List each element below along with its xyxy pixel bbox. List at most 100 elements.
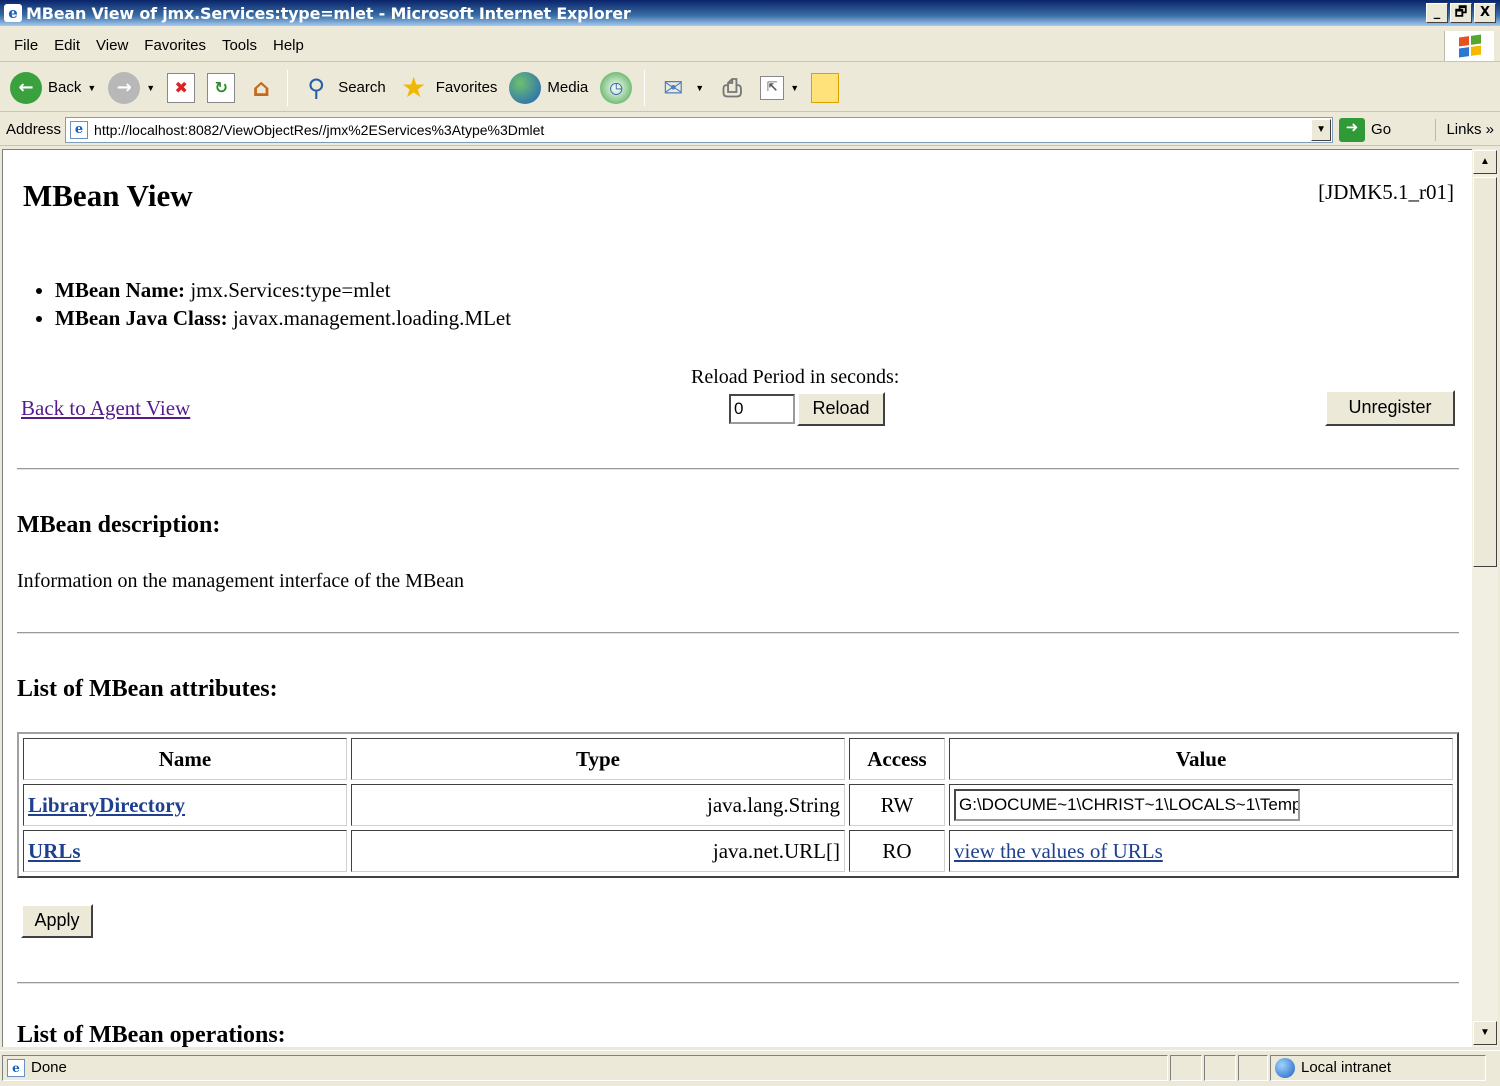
close-button[interactable]: X <box>1474 3 1496 23</box>
scroll-down-button[interactable]: ▼ <box>1473 1021 1497 1045</box>
toolbar-separator <box>287 69 289 106</box>
column-header-access: Access <box>849 738 945 780</box>
column-header-type: Type <box>351 738 845 780</box>
status-panel <box>1204 1054 1236 1081</box>
table-row: LibraryDirectory java.lang.String RW G:\… <box>23 784 1453 826</box>
unregister-button[interactable]: Unregister <box>1325 390 1455 426</box>
search-button[interactable]: ⚲ Search <box>296 68 390 108</box>
intranet-globe-icon <box>1275 1057 1295 1078</box>
attributes-heading: List of MBean attributes: <box>17 676 278 702</box>
search-label: Search <box>338 79 386 96</box>
attribute-name-link[interactable]: URLs <box>28 839 81 863</box>
mail-dropdown-icon[interactable]: ▼ <box>695 83 704 93</box>
back-dropdown-icon[interactable]: ▼ <box>87 83 96 93</box>
menu-favorites[interactable]: Favorites <box>136 37 214 54</box>
minimize-button[interactable]: _ <box>1426 3 1448 23</box>
back-button[interactable]: ← Back ▼ <box>6 68 100 108</box>
mail-button[interactable]: ✉ ▼ <box>653 68 708 108</box>
divider <box>17 632 1459 634</box>
media-button[interactable]: Media <box>505 68 592 108</box>
messenger-button[interactable] <box>807 68 843 108</box>
history-button[interactable]: ◷ <box>596 68 636 108</box>
mbean-info-list: MBean Name: jmx.Services:type=mlet MBean… <box>55 276 511 332</box>
standard-toolbar: ← Back ▼ → ▼ ✖ ↻ ⌂ ⚲ Search ★ Favorites … <box>0 64 1500 112</box>
address-label: Address <box>6 121 62 138</box>
menu-bar: File Edit View Favorites Tools Help <box>0 30 1500 62</box>
window-controls: _ 🗗 X <box>1426 3 1496 23</box>
status-text-panel: e Done <box>2 1054 1168 1081</box>
chevron-right-icon: » <box>1485 121 1494 138</box>
windows-flag-icon <box>1458 34 1481 58</box>
home-icon: ⌂ <box>252 73 270 102</box>
windows-logo <box>1444 31 1494 61</box>
table-row: URLs java.net.URL[] RO view the values o… <box>23 830 1453 872</box>
attribute-access: RW <box>849 784 945 826</box>
go-label: Go <box>1371 121 1392 138</box>
view-values-link[interactable]: view the values of URLs <box>954 839 1163 863</box>
attribute-name-cell: LibraryDirectory <box>23 784 347 826</box>
favorites-button[interactable]: ★ Favorites <box>394 68 502 108</box>
divider <box>17 468 1459 470</box>
edit-icon: ⇱ <box>760 75 785 100</box>
apply-button[interactable]: Apply <box>21 904 93 938</box>
page-title: MBean View <box>23 178 193 213</box>
info-label: MBean Java Class: <box>55 306 228 330</box>
menu-tools[interactable]: Tools <box>214 37 265 54</box>
operations-heading: List of MBean operations: <box>17 1022 286 1047</box>
scroll-thumb[interactable] <box>1473 177 1497 567</box>
forward-button[interactable]: → ▼ <box>104 68 159 108</box>
refresh-button[interactable]: ↻ <box>203 68 239 108</box>
print-icon: ⎙ <box>722 73 742 102</box>
back-to-agent-view-link[interactable]: Back to Agent View <box>21 396 190 421</box>
attribute-value-input[interactable]: G:\DOCUME~1\CHRIST~1\LOCALS~1\Temp <box>954 789 1300 821</box>
title-bar: e MBean View of jmx.Services:type=mlet -… <box>0 0 1500 26</box>
reload-period-label: Reload Period in seconds: <box>691 366 900 388</box>
security-zone-panel: Local intranet <box>1270 1054 1486 1081</box>
home-button[interactable]: ⌂ <box>243 68 279 108</box>
divider <box>17 982 1459 984</box>
internet-explorer-icon: e <box>4 4 22 22</box>
search-icon: ⚲ <box>307 73 325 102</box>
media-label: Media <box>547 79 589 96</box>
reload-button[interactable]: Reload <box>797 392 885 426</box>
back-label: Back <box>48 79 82 96</box>
menu-edit[interactable]: Edit <box>46 37 88 54</box>
address-dropdown-icon[interactable]: ▼ <box>1311 118 1332 141</box>
edit-button[interactable]: ⇱ ▼ <box>756 68 803 108</box>
stop-button[interactable]: ✖ <box>163 68 199 108</box>
scroll-up-button[interactable]: ▲ <box>1473 150 1497 174</box>
back-arrow-icon: ← <box>10 71 42 104</box>
info-label: MBean Name: <box>55 278 186 302</box>
links-button[interactable]: Links » <box>1435 119 1494 141</box>
favorites-label: Favorites <box>435 79 498 96</box>
go-button[interactable]: ➜ Go <box>1339 117 1392 142</box>
forward-dropdown-icon[interactable]: ▼ <box>146 83 155 93</box>
restore-button[interactable]: 🗗 <box>1450 3 1472 23</box>
list-item: MBean Name: jmx.Services:type=mlet <box>55 276 511 304</box>
edit-dropdown-icon[interactable]: ▼ <box>790 83 799 93</box>
description-heading: MBean description: <box>17 512 221 538</box>
info-value: javax.management.loading.MLet <box>232 306 512 330</box>
links-label: Links <box>1446 121 1482 138</box>
go-arrow-icon: ➜ <box>1339 117 1366 142</box>
attribute-name-cell: URLs <box>23 830 347 872</box>
page-icon: e <box>7 1058 25 1077</box>
address-input[interactable]: e http://localhost:8082/ViewObjectRes//j… <box>65 116 1334 143</box>
refresh-icon: ↻ <box>207 72 236 103</box>
attribute-value-cell: view the values of URLs <box>949 830 1453 872</box>
mail-icon: ✉ <box>663 73 684 102</box>
menu-view[interactable]: View <box>88 37 136 54</box>
attribute-name-link[interactable]: LibraryDirectory <box>28 793 185 817</box>
attribute-value-cell: G:\DOCUME~1\CHRIST~1\LOCALS~1\Temp <box>949 784 1453 826</box>
menu-file[interactable]: File <box>6 37 46 54</box>
reload-period-input[interactable]: 0 <box>729 394 795 424</box>
status-text: Done <box>31 1059 67 1076</box>
address-url[interactable]: http://localhost:8082/ViewObjectRes//jmx… <box>94 122 544 138</box>
print-button[interactable]: ⎙ <box>712 68 752 108</box>
menu-help[interactable]: Help <box>265 37 312 54</box>
vertical-scrollbar[interactable]: ▲ ▼ <box>1472 149 1498 1047</box>
list-item: MBean Java Class: javax.management.loadi… <box>55 304 511 332</box>
page-icon: e <box>70 120 89 139</box>
column-header-name: Name <box>23 738 347 780</box>
toolbar-separator <box>644 69 646 106</box>
